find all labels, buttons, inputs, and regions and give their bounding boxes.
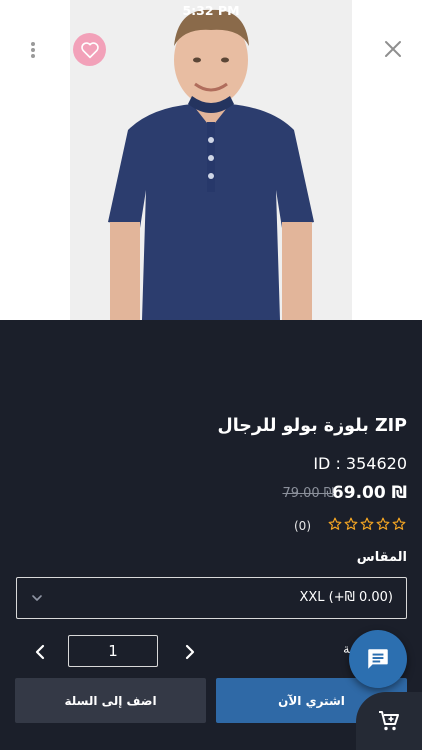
heart-icon (80, 41, 99, 58)
chevron-left-icon (35, 644, 45, 660)
star-icon (328, 517, 342, 530)
chat-icon (368, 649, 388, 669)
add-cart-icon (379, 711, 399, 731)
product-image-area: 5:32 PM (0, 0, 422, 320)
star-icon (360, 517, 374, 530)
close-icon[interactable] (383, 39, 403, 59)
status-time: 5:32 PM (182, 3, 240, 18)
star-icon (392, 517, 406, 530)
favorite-button[interactable] (73, 33, 106, 66)
product-title: ZIP بلوزة بولو للرجال (217, 416, 407, 436)
rating-count: (0) (294, 519, 311, 533)
old-price: 79.00 ₪ (282, 486, 334, 501)
product-photo-illustration (70, 0, 352, 320)
cart-button[interactable] (356, 692, 422, 750)
size-label: المقاس (356, 550, 407, 565)
quantity-increase-button[interactable] (181, 642, 199, 662)
quantity-decrease-button[interactable] (31, 642, 49, 662)
product-photo[interactable] (70, 0, 352, 320)
star-icon (344, 517, 358, 530)
chat-button[interactable] (349, 630, 407, 688)
chevron-right-icon (185, 644, 195, 660)
add-to-cart-button[interactable]: اضف إلى السلة (15, 678, 206, 723)
size-selected-value: XXL (+₪ 0.00) (299, 590, 394, 605)
chevron-down-icon (32, 595, 42, 601)
star-icon (376, 517, 390, 530)
size-select[interactable]: XXL (+₪ 0.00) (16, 577, 407, 619)
more-vertical-icon[interactable] (24, 40, 42, 60)
rating-stars[interactable] (328, 517, 406, 531)
product-id: ID : 354620 (313, 454, 407, 473)
current-price: 69.00 ₪ (331, 483, 407, 503)
quantity-input[interactable]: 1 (68, 635, 158, 667)
product-screen: 5:32 PM ZIP بلوزة بولو للرجال ID : 35462… (0, 0, 422, 750)
